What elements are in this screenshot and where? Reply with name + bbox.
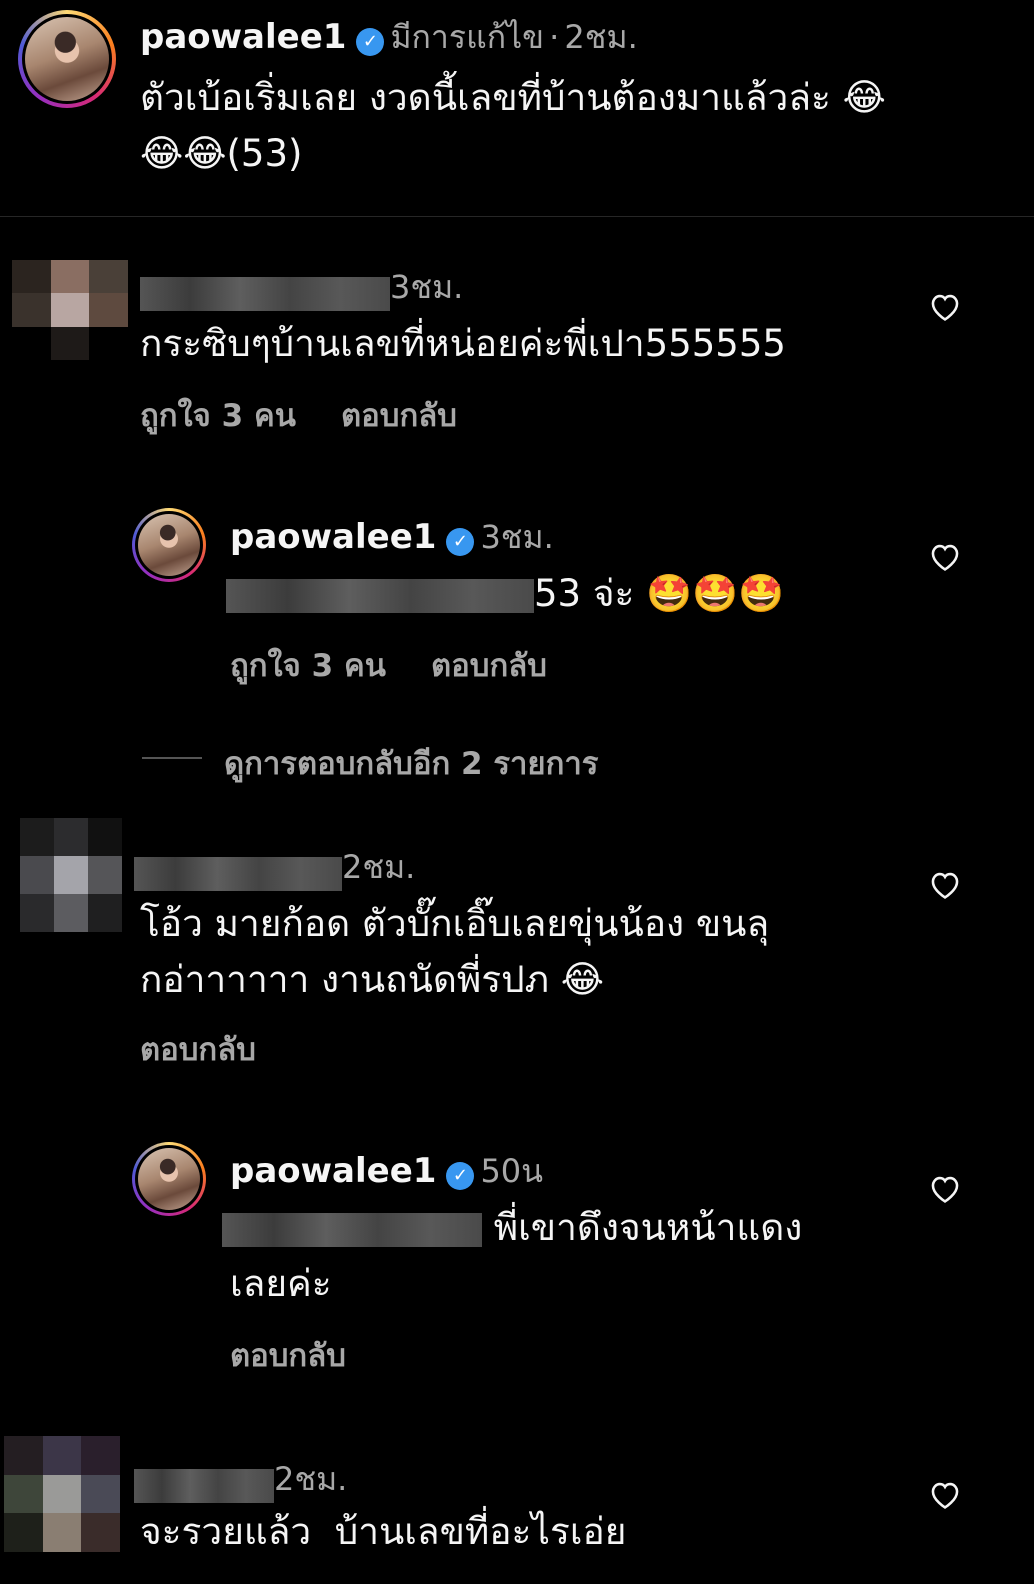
redacted-mention (226, 578, 534, 613)
comment-2-header: 2ชม. (134, 842, 415, 893)
avatar-photo (138, 1148, 200, 1210)
heart-outline-icon[interactable] (928, 540, 962, 572)
caption-text: ตัวเบ้อเริ่มเลย งวดนี้เลขที่บ้านต้องมาแล… (140, 70, 980, 182)
comment-text-line1: โอ้ว มายก้อด ตัวบั๊กเอิ๊บเลยขุ่นน้อง ขนล… (140, 902, 770, 945)
comment-1-header: 3ชม. (140, 262, 463, 313)
comment-time: 3ชม. (390, 268, 464, 306)
reply-text-content: 53 จ่ะ 🤩🤩🤩 (534, 572, 785, 615)
reply-time: 50น (480, 1152, 544, 1190)
verified-badge-icon: ✓ (356, 27, 385, 56)
comment-text: โอ้ว มายก้อด ตัวบั๊กเอิ๊บเลยขุ่นน้อง ขนล… (140, 896, 940, 1008)
verified-badge-icon: ✓ (446, 527, 475, 556)
comment-3-header: 2ชม. (134, 1454, 347, 1505)
likes-count[interactable]: ถูกใจ 3 คน (230, 648, 386, 684)
reply-button[interactable]: ตอบกลับ (230, 1330, 346, 1380)
reply-avatar[interactable] (132, 1142, 206, 1216)
reply-button[interactable]: ตอบกลับ (341, 398, 457, 434)
heart-outline-icon[interactable] (928, 1478, 962, 1510)
comment-text: กระซิบๆบ้านเลขที่หน่อยค่ะพี่เปา555555 (140, 322, 786, 365)
reply-username[interactable]: paowalee1 (230, 517, 436, 557)
separator: · (549, 18, 560, 56)
redacted-username (134, 856, 342, 891)
avatar-photo (138, 514, 200, 576)
reply-text-line1: พี่เขาดึงจนหน้าแดง (493, 1206, 803, 1249)
pixelated-avatar[interactable] (4, 1436, 120, 1552)
comment-time: 2ชม. (342, 848, 416, 886)
pixelated-avatar[interactable] (12, 260, 128, 360)
caption-text-line1: ตัวเบ้อเริ่มเลย งวดนี้เลขที่บ้านต้องมาแล… (140, 76, 886, 119)
heart-outline-icon[interactable] (928, 1172, 962, 1204)
view-more-replies[interactable]: ดูการตอบกลับอีก 2 รายการ (224, 738, 598, 788)
edited-label: มีการแก้ไข (390, 18, 545, 56)
caption-avatar[interactable] (18, 10, 116, 108)
comment-actions: ถูกใจ 3 คน ตอบกลับ (140, 390, 457, 440)
caption-text-line2: 😂😂(53) (140, 132, 303, 175)
likes-count[interactable]: ถูกใจ 3 คน (140, 398, 296, 434)
reply-2-header: paowalee1 ✓ 50น (230, 1146, 543, 1197)
heart-outline-icon[interactable] (928, 290, 962, 322)
comment-text: จะรวยแล้ว บ้านเลขที่อะไรเอ่ย (140, 1510, 627, 1553)
avatar-photo (25, 17, 109, 101)
reply-username[interactable]: paowalee1 (230, 1151, 436, 1191)
redacted-username (140, 276, 390, 311)
comment-text-line2: กอ่าาาาาา งานถนัดพี่รปภ 😂 (140, 958, 605, 1001)
reply-text: 53 จ่ะ 🤩🤩🤩 (226, 566, 784, 622)
reply-text: พี่เขาดึงจนหน้าแดง เลยค่ะ (222, 1200, 942, 1312)
reply-time: 3ชม. (480, 518, 554, 556)
view-replies-line (142, 757, 202, 759)
reply-button[interactable]: ตอบกลับ (431, 648, 547, 684)
reply-button[interactable]: ตอบกลับ (140, 1024, 256, 1074)
caption-time: 2ชม. (564, 18, 638, 56)
reply-text-line2: เลยค่ะ (230, 1262, 332, 1305)
redacted-username (134, 1468, 274, 1503)
verified-badge-icon: ✓ (446, 1161, 475, 1190)
reply-avatar[interactable] (132, 508, 206, 582)
caption-username[interactable]: paowalee1 (140, 17, 346, 57)
caption-divider (0, 216, 1034, 217)
caption-header: paowalee1 ✓ มีการแก้ไข · 2ชม. (140, 12, 638, 63)
reply-actions: ถูกใจ 3 คน ตอบกลับ (230, 640, 547, 690)
redacted-mention (222, 1212, 482, 1247)
reply-1-header: paowalee1 ✓ 3ชม. (230, 512, 554, 563)
heart-outline-icon[interactable] (928, 868, 962, 900)
comment-time: 2ชม. (274, 1460, 348, 1498)
pixelated-avatar[interactable] (20, 818, 122, 932)
